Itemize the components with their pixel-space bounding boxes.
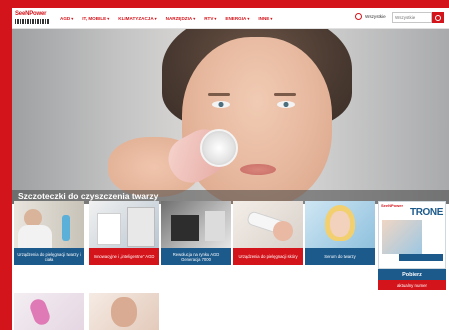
product-tile-caption: Urządzenia do pielęgnacji skóry <box>233 248 303 265</box>
product-tile[interactable]: Serum do twarzy <box>305 201 375 265</box>
magazine-brand: SeeNPower <box>381 203 404 208</box>
menu-item-it-mobile[interactable]: IT, MOBILE▾ <box>82 16 109 21</box>
product-tile[interactable]: Innowacyjne i „inteligentne” AGD <box>89 201 159 265</box>
user-icon <box>355 13 362 20</box>
product-tile-image <box>233 201 303 248</box>
hero-photo-brush-head <box>200 129 238 167</box>
menu-item-agd[interactable]: AGD▾ <box>60 16 73 21</box>
account-link[interactable]: Wszystkie <box>355 13 386 20</box>
hero-photo-eye <box>277 101 295 108</box>
menu-item-inne[interactable]: INNE▾ <box>258 16 272 21</box>
tile-photo-shape <box>62 215 70 241</box>
search-input[interactable] <box>392 12 432 23</box>
menu-item-rtv[interactable]: RTV▾ <box>204 16 216 21</box>
product-tile-image <box>161 201 231 248</box>
download-button[interactable]: Pobierz <box>378 269 446 280</box>
menu-item-label: IT, MOBILE <box>82 15 107 21</box>
magazine-promo[interactable]: SeeNPower TRONE Pobierz aktualny numer <box>378 201 446 301</box>
product-tile[interactable]: Urządzenia do pielęgnacji skóry <box>233 201 303 265</box>
page: SeeNPower AGD▾ IT, MOBILE▾ KLIMATYZACJA▾… <box>12 8 449 330</box>
product-tile-caption: Innowacyjne i „inteligentne” AGD <box>89 248 159 265</box>
main-menu: AGD▾ IT, MOBILE▾ KLIMATYZACJA▾ NARZĘDZIA… <box>60 8 281 28</box>
magazine-cover[interactable]: SeeNPower TRONE <box>378 201 446 269</box>
tile-photo-shape <box>111 297 137 327</box>
menu-item-label: AGD <box>60 15 71 21</box>
magazine-cover-photo <box>382 220 422 254</box>
search-box <box>392 12 444 23</box>
tile-photo-shape <box>171 215 199 241</box>
tile-photo-shape <box>28 297 52 327</box>
product-tile[interactable] <box>89 293 159 330</box>
product-tile-image <box>305 201 375 248</box>
tile-photo-shape <box>97 213 121 245</box>
account-label: Wszystkie <box>365 14 386 19</box>
product-tile-caption: Rewolucja na rynku AGD Generacja 7000 <box>161 248 231 265</box>
current-issue-link[interactable]: aktualny numer <box>378 280 446 290</box>
chevron-down-icon: ▾ <box>71 15 74 21</box>
logo-text: SeeNPower <box>15 11 47 17</box>
hero-banner[interactable]: Szczoteczki do czyszczenia twarzy <box>12 29 449 204</box>
product-tile[interactable] <box>14 293 84 330</box>
menu-item-label: ENERGIA <box>225 15 247 21</box>
menu-item-narzedzia[interactable]: NARZĘDZIA▾ <box>166 16 196 21</box>
hero-photo-face <box>182 37 332 204</box>
chevron-down-icon: ▾ <box>107 15 110 21</box>
tile-photo-shape <box>330 211 350 237</box>
chevron-down-icon: ▾ <box>214 15 217 21</box>
top-navigation: SeeNPower AGD▾ IT, MOBILE▾ KLIMATYZACJA▾… <box>12 8 449 29</box>
logo-barcode-icon <box>15 19 49 24</box>
hero-title: Szczoteczki do czyszczenia twarzy <box>18 191 159 201</box>
menu-item-label: KLIMATYZACJA <box>118 15 154 21</box>
search-icon <box>435 14 441 21</box>
hero-photo-lips <box>240 164 276 175</box>
product-tile-caption: Urządzenia do pielęgnacji twarzy i ciała <box>14 248 84 265</box>
menu-item-label: INNE <box>258 15 270 21</box>
product-tile-image <box>89 201 159 248</box>
product-tile-image <box>14 293 84 330</box>
hero-photo-eye <box>212 101 230 108</box>
product-tile-image <box>89 293 159 330</box>
logo[interactable]: SeeNPower <box>15 11 53 26</box>
chevron-down-icon: ▾ <box>247 15 250 21</box>
hero-photo-brow <box>208 93 230 96</box>
menu-item-klimatyzacja[interactable]: KLIMATYZACJA▾ <box>118 16 156 21</box>
menu-item-label: NARZĘDZIA <box>165 15 193 21</box>
tile-photo-shape <box>205 211 225 241</box>
search-button[interactable] <box>432 12 444 23</box>
chevron-down-icon: ▾ <box>154 15 157 21</box>
product-tile[interactable]: Rewolucja na rynku AGD Generacja 7000 <box>161 201 231 265</box>
product-tile-image <box>14 201 84 248</box>
hero-photo-brow <box>274 93 296 96</box>
magazine-cover-tag <box>399 254 443 261</box>
menu-item-energia[interactable]: ENERGIA▾ <box>225 16 249 21</box>
product-tile-caption: Serum do twarzy <box>305 248 375 265</box>
tile-photo-shape <box>273 221 293 241</box>
tile-photo-shape <box>18 225 52 248</box>
menu-item-label: RTV <box>204 15 214 21</box>
chevron-down-icon: ▾ <box>193 15 196 21</box>
magazine-title: TRONE <box>409 207 443 218</box>
tile-photo-shape <box>127 207 155 247</box>
chevron-down-icon: ▾ <box>270 15 273 21</box>
product-tile[interactable]: Urządzenia do pielęgnacji twarzy i ciała <box>14 201 84 265</box>
